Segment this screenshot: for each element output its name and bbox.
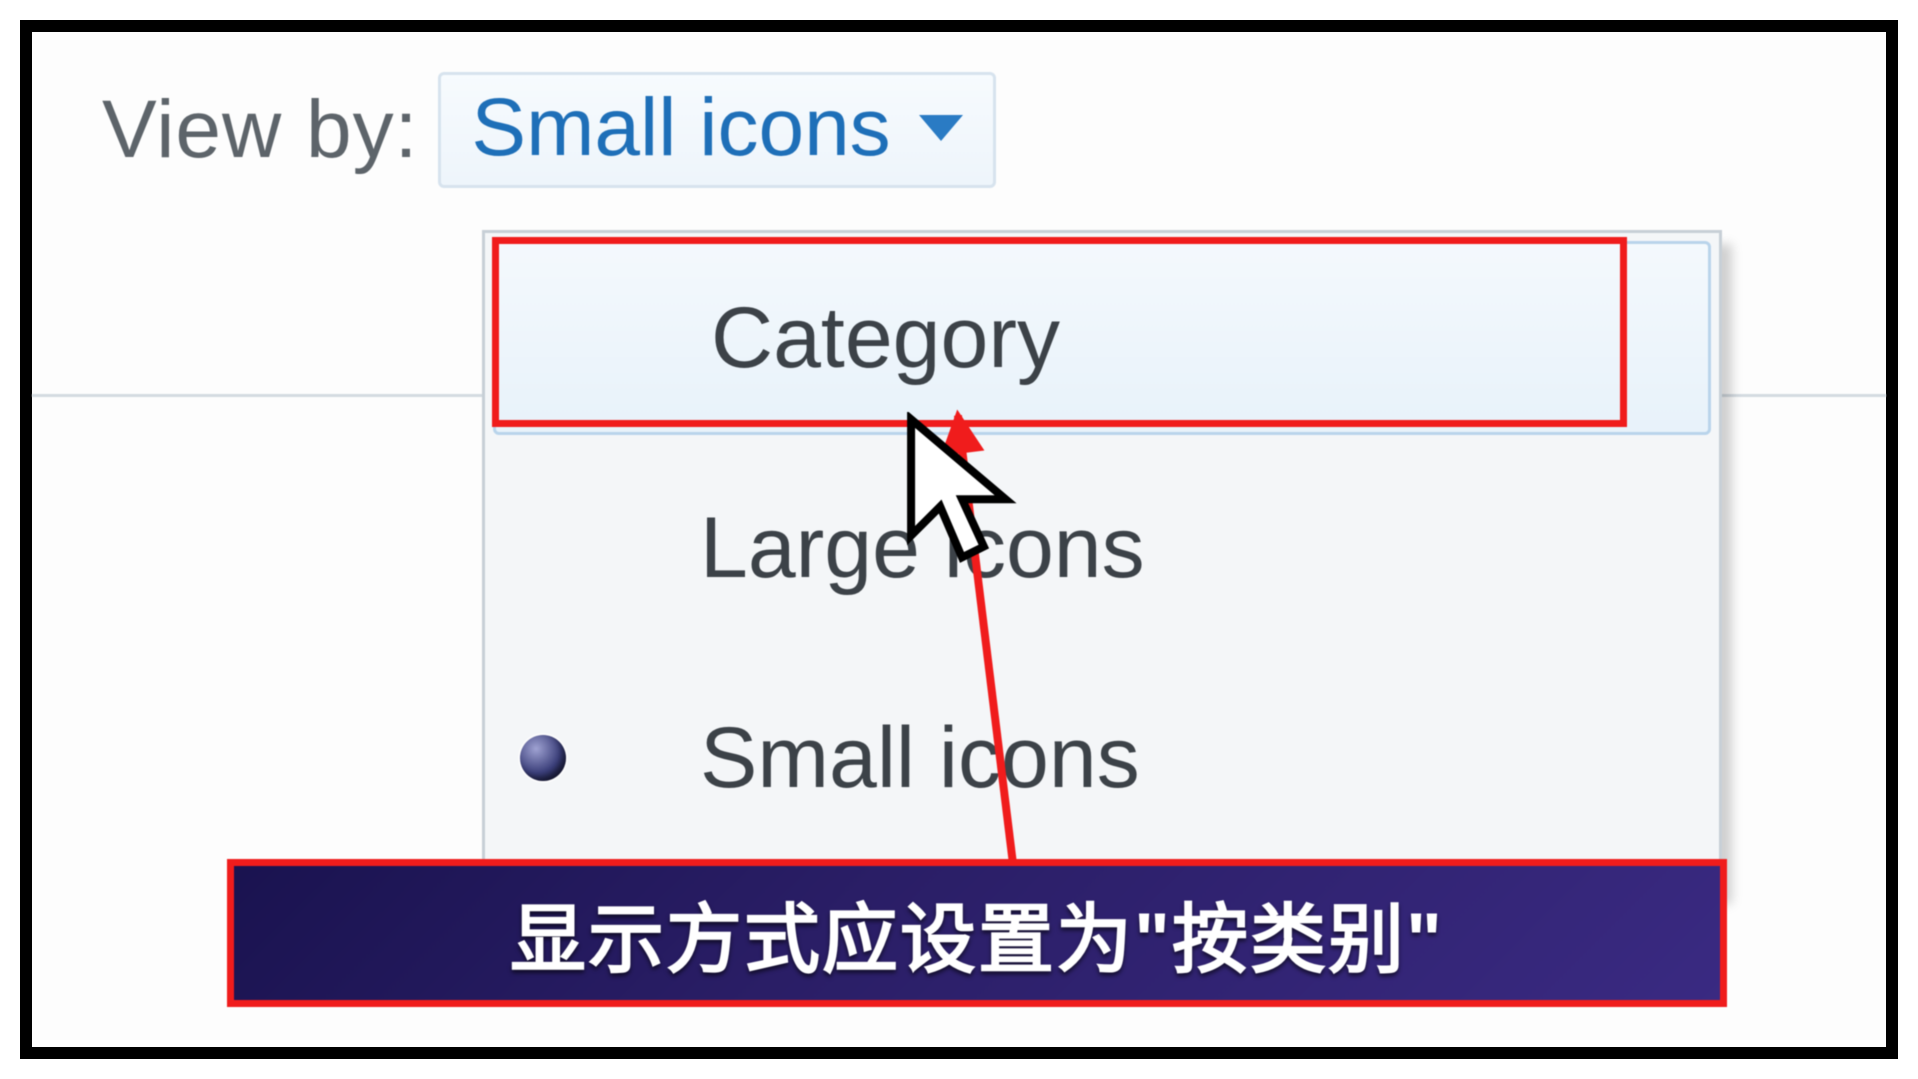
- menu-item-category[interactable]: Category: [493, 241, 1711, 435]
- view-by-dropdown[interactable]: Small icons: [438, 72, 995, 188]
- radio-selected-icon: [520, 735, 566, 781]
- chevron-down-icon: [919, 115, 963, 141]
- view-by-menu: Category Large icons Small icons: [482, 230, 1722, 890]
- menu-item-large-icons[interactable]: Large icons: [485, 443, 1719, 653]
- view-by-current-value: Small icons: [471, 81, 890, 175]
- menu-item-small-icons[interactable]: Small icons: [485, 653, 1719, 863]
- menu-item-label: Category: [711, 289, 1060, 388]
- annotation-caption-text: 显示方式应设置为"按类别": [510, 878, 1444, 988]
- menu-item-label: Large icons: [700, 499, 1145, 598]
- view-by-label: View by:: [102, 83, 418, 177]
- annotation-caption-box: 显示方式应设置为"按类别": [227, 859, 1727, 1007]
- view-by-row: View by: Small icons: [102, 72, 996, 188]
- menu-radio-column: [520, 735, 700, 781]
- screenshot-frame: View by: Small icons Category Large icon…: [20, 20, 1898, 1059]
- menu-item-label: Small icons: [700, 709, 1140, 808]
